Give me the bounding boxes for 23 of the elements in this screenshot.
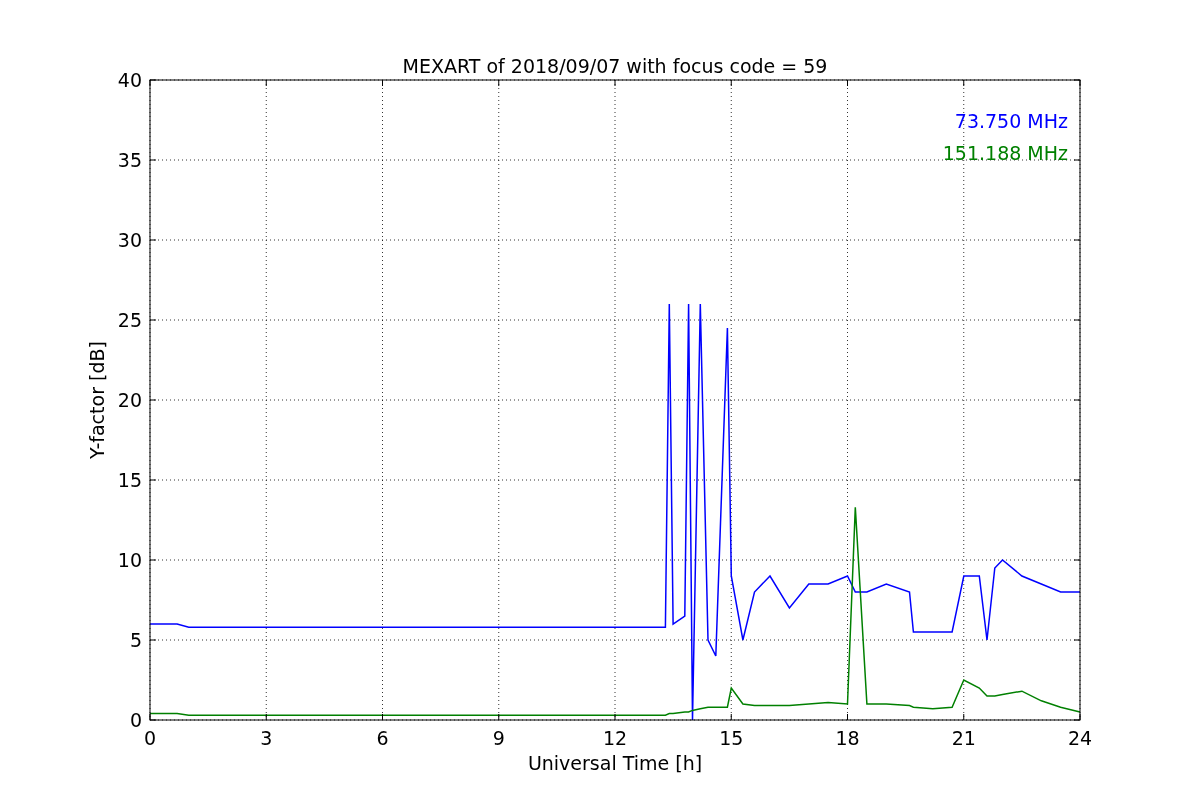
tick-label: 25 bbox=[117, 309, 142, 331]
tick-label: 3 bbox=[260, 727, 273, 749]
tick-label: 21 bbox=[951, 727, 976, 749]
tick-label: 10 bbox=[117, 549, 142, 571]
tick-label: 24 bbox=[1067, 727, 1093, 749]
tick-label: 20 bbox=[117, 389, 142, 411]
tick-label: 6 bbox=[376, 727, 389, 749]
tick-label: 15 bbox=[719, 727, 744, 749]
tick-label: 35 bbox=[117, 149, 142, 171]
chart-title: MEXART of 2018/09/07 with focus code = 59 bbox=[402, 55, 828, 77]
tick-label: 12 bbox=[602, 727, 628, 749]
tick-label: 0 bbox=[129, 709, 142, 731]
x-axis-label: Universal Time [h] bbox=[527, 752, 703, 774]
tick-label: 5 bbox=[129, 629, 142, 651]
tick-label: 15 bbox=[117, 469, 142, 491]
tick-label: 40 bbox=[117, 69, 142, 91]
legend-label: 151.188 MHz bbox=[942, 142, 1068, 164]
tick-label: 18 bbox=[835, 727, 860, 749]
tick-label: 30 bbox=[117, 229, 142, 251]
legend-label: 73.750 MHz bbox=[954, 110, 1068, 132]
y-axis-label: Y-factor [dB] bbox=[86, 341, 108, 459]
tick-label: 9 bbox=[492, 727, 505, 749]
tick-label: 0 bbox=[143, 727, 157, 749]
